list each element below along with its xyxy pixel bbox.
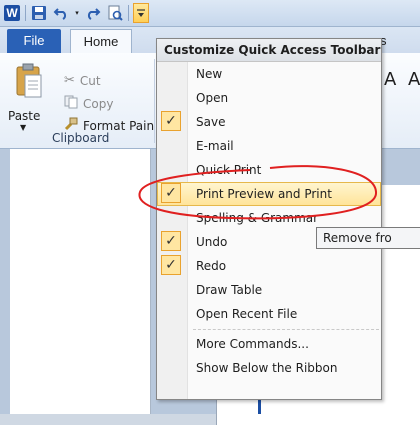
qat-separator — [128, 5, 129, 21]
customize-dropdown-icon[interactable] — [133, 3, 149, 23]
menu-item-show-below-ribbon[interactable]: Show Below the Ribbon — [157, 356, 381, 380]
menu-item-label: Redo — [196, 259, 227, 273]
menu-item-open-recent-file[interactable]: Open Recent File — [157, 302, 381, 326]
undo-icon[interactable] — [52, 4, 70, 22]
clipboard-group-label: Clipboard — [52, 131, 110, 145]
tooltip: Remove fro — [316, 227, 420, 249]
word-logo-text: W — [4, 5, 20, 21]
group-divider — [154, 59, 155, 143]
copy-button[interactable]: Copy — [64, 95, 113, 112]
menu-item-new[interactable]: New — [157, 62, 381, 86]
menu-item-redo[interactable]: ✓ Redo — [157, 254, 381, 278]
menu-item-quick-print[interactable]: Quick Print — [157, 158, 381, 182]
menu-item-more-commands[interactable]: More Commands... — [157, 332, 381, 356]
menu-item-save[interactable]: ✓ Save — [157, 110, 381, 134]
paste-icon[interactable] — [15, 63, 43, 99]
cut-label: Cut — [79, 73, 101, 88]
customize-qat-menu: Customize Quick Access Toolbar New Open … — [156, 38, 382, 400]
menu-item-label: Undo — [196, 235, 228, 249]
menu-item-open[interactable]: Open — [157, 86, 381, 110]
menu-item-label: Show Below the Ribbon — [196, 361, 338, 375]
menu-item-label: E-mail — [196, 139, 234, 153]
menu-item-draw-table[interactable]: Draw Table — [157, 278, 381, 302]
print-preview-icon[interactable] — [106, 4, 124, 22]
menu-item-label: Print Preview and Print — [196, 187, 332, 201]
menu-title: Customize Quick Access Toolbar — [157, 39, 381, 62]
checkmark-icon: ✓ — [161, 231, 181, 251]
menu-item-label: Save — [196, 115, 226, 129]
menu-item-label: More Commands... — [196, 337, 309, 351]
redo-icon[interactable] — [84, 4, 102, 22]
tab-file[interactable]: File — [7, 29, 61, 53]
cut-button[interactable]: ✂ Cut — [64, 73, 101, 88]
checkmark-icon: ✓ — [161, 111, 181, 131]
menu-item-label: Spelling & Grammar — [196, 211, 319, 225]
navigation-pane — [10, 149, 151, 414]
tab-home[interactable]: Home — [70, 29, 132, 54]
menu-item-label: Open — [196, 91, 229, 105]
copy-icon — [64, 95, 78, 112]
font-glyph[interactable]: A — [408, 69, 420, 90]
menu-item-label: Draw Table — [196, 283, 263, 297]
menu-item-label: Open Recent File — [196, 307, 298, 321]
undo-dropdown-icon[interactable]: ▾ — [74, 4, 80, 22]
title-bar: W ▾ — [0, 0, 420, 27]
scissors-icon: ✂ — [64, 73, 75, 88]
save-icon[interactable] — [30, 4, 48, 22]
menu-item-email[interactable]: E-mail — [157, 134, 381, 158]
menu-item-print-preview[interactable]: ✓ Print Preview and Print — [157, 182, 381, 206]
checkmark-icon: ✓ — [161, 183, 181, 203]
menu-item-label: New — [196, 67, 223, 81]
word-icon[interactable]: W — [3, 4, 21, 22]
menu-separator — [193, 329, 379, 330]
menu-item-label: Quick Print — [196, 163, 262, 177]
checkmark-icon: ✓ — [161, 255, 181, 275]
copy-label: Copy — [83, 96, 114, 111]
quick-access-toolbar: W ▾ — [3, 3, 149, 23]
grow-font-glyph[interactable]: A — [384, 69, 396, 90]
paste-dropdown-icon[interactable]: ▼ — [20, 123, 26, 132]
paste-button-label[interactable]: Paste — [8, 109, 40, 123]
qat-separator — [25, 5, 26, 21]
